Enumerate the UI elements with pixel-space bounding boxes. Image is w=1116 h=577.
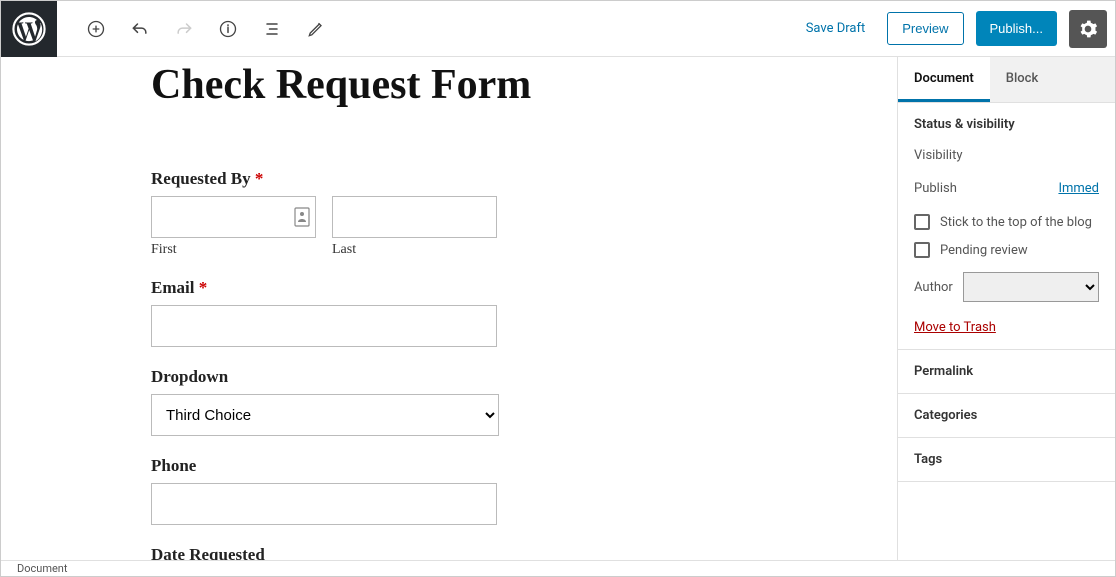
toolbar-left (57, 1, 355, 56)
outline-button[interactable] (261, 18, 283, 40)
stick-checkbox[interactable] (914, 214, 930, 230)
page-title[interactable]: Check Request Form (151, 61, 747, 109)
dropdown-label: Dropdown (151, 367, 747, 387)
top-toolbar: Save Draft Preview Publish... (1, 1, 1115, 57)
pending-checkbox-row[interactable]: Pending review (914, 242, 1099, 258)
info-button[interactable] (217, 18, 239, 40)
required-indicator: * (199, 278, 208, 297)
tab-document[interactable]: Document (898, 57, 990, 102)
phone-field: Phone (151, 456, 747, 525)
edit-button[interactable] (305, 18, 327, 40)
wordpress-logo[interactable] (1, 1, 57, 57)
date-requested-field: Date Requested (151, 545, 747, 561)
tags-panel[interactable]: Tags (898, 438, 1115, 482)
author-label: Author (914, 280, 953, 295)
first-sublabel: First (151, 242, 316, 258)
editor-canvas[interactable]: Check Request Form Requested By * First … (1, 57, 897, 561)
save-draft-button[interactable]: Save Draft (796, 21, 876, 36)
phone-input[interactable] (151, 483, 497, 525)
required-indicator: * (255, 169, 264, 188)
permalink-panel[interactable]: Permalink (898, 350, 1115, 394)
settings-sidebar: Document Block Status & visibility Visib… (897, 57, 1115, 561)
redo-button (173, 18, 195, 40)
stick-checkbox-row[interactable]: Stick to the top of the blog (914, 214, 1099, 230)
last-name-input[interactable] (332, 196, 497, 238)
move-to-trash[interactable]: Move to Trash (914, 320, 996, 335)
settings-button[interactable] (1069, 10, 1107, 48)
pending-checkbox[interactable] (914, 242, 930, 258)
categories-panel[interactable]: Categories (898, 394, 1115, 438)
date-requested-label: Date Requested (151, 545, 747, 561)
first-name-input[interactable] (151, 196, 316, 238)
gear-icon (1078, 19, 1098, 39)
publish-button[interactable]: Publish... (976, 11, 1057, 46)
phone-label: Phone (151, 456, 747, 476)
breadcrumb-text[interactable]: Document (17, 562, 67, 575)
dropdown-input[interactable]: Third Choice (151, 394, 499, 436)
visibility-label: Visibility (914, 148, 963, 163)
requested-by-field: Requested By * First Last (151, 169, 747, 258)
author-select[interactable] (963, 272, 1099, 302)
tab-block[interactable]: Block (990, 57, 1054, 102)
requested-by-label: Requested By * (151, 169, 747, 189)
autofill-icon (294, 207, 310, 227)
wordpress-icon (12, 12, 46, 46)
status-title: Status & visibility (914, 117, 1099, 132)
sidebar-tabs: Document Block (898, 57, 1115, 103)
last-sublabel: Last (332, 242, 497, 258)
toolbar-right: Save Draft Preview Publish... (796, 10, 1115, 48)
dropdown-field: Dropdown Third Choice (151, 367, 747, 436)
publish-value[interactable]: Immed (1058, 181, 1099, 196)
email-label: Email * (151, 278, 747, 298)
publish-label: Publish (914, 181, 957, 196)
email-input[interactable] (151, 305, 497, 347)
add-block-button[interactable] (85, 18, 107, 40)
email-field: Email * (151, 278, 747, 347)
breadcrumb-footer: Document (1, 560, 1115, 576)
pending-label: Pending review (940, 243, 1028, 258)
preview-button[interactable]: Preview (887, 12, 963, 45)
status-panel: Status & visibility Visibility Publish I… (898, 103, 1115, 350)
undo-button[interactable] (129, 18, 151, 40)
stick-label: Stick to the top of the blog (940, 215, 1092, 230)
